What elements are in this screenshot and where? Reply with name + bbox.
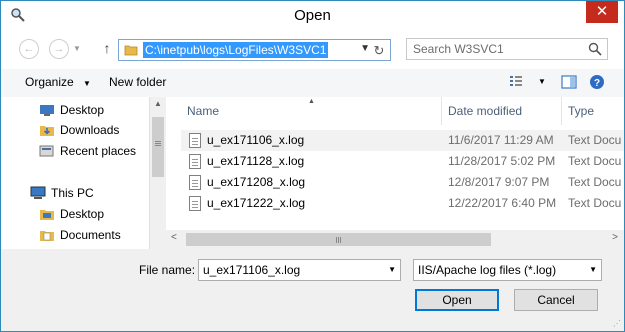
column-header-name[interactable]: Name: [187, 97, 219, 125]
cancel-button[interactable]: Cancel: [514, 289, 598, 311]
file-name: u_ex171106_x.log: [207, 133, 305, 147]
file-name-value[interactable]: u_ex171106_x.log: [203, 263, 300, 277]
file-row[interactable]: u_ex171128_x.log 11/28/2017 5:02 PM Text…: [181, 151, 624, 172]
folder-icon: [124, 45, 138, 56]
sidebar-item-label: Documents: [60, 228, 121, 242]
file-date: 11/6/2017 11:29 AM: [448, 133, 554, 147]
svg-text:?: ?: [594, 78, 600, 89]
file-type: Text Docu: [568, 175, 622, 189]
back-button[interactable]: ←: [19, 39, 39, 59]
file-type-select[interactable]: IIS/Apache log files (*.log) ▼: [413, 259, 602, 281]
address-path[interactable]: C:\inetpub\logs\LogFiles\W3SVC1: [143, 42, 329, 58]
file-name: u_ex171222_x.log: [207, 196, 306, 210]
browser-area: Desktop Downloads Recent places This PC …: [1, 97, 624, 249]
scrollbar-thumb[interactable]: [152, 117, 164, 177]
column-divider[interactable]: [561, 97, 562, 125]
text-file-icon: [189, 133, 201, 148]
window-title: Open: [294, 7, 331, 24]
organize-label: Organize: [25, 75, 74, 89]
desktop-icon: [40, 210, 54, 220]
text-file-icon: [189, 154, 201, 169]
file-date: 12/8/2017 9:07 PM: [448, 175, 550, 189]
refresh-icon[interactable]: ↻: [372, 43, 386, 59]
this-pc-icon: [30, 186, 46, 199]
sort-ascending-icon: ▲: [308, 98, 315, 105]
dialog-footer: File name: u_ex171106_x.log ▼ IIS/Apache…: [1, 249, 624, 331]
desktop-icon: [40, 105, 54, 116]
sidebar-item-desktop[interactable]: Desktop: [39, 100, 104, 120]
downloads-icon: [40, 126, 54, 136]
preview-pane-icon[interactable]: [561, 74, 577, 90]
open-button[interactable]: Open: [415, 289, 499, 311]
file-name-label: File name:: [139, 263, 196, 277]
sidebar-item-label: This PC: [51, 186, 94, 200]
address-field[interactable]: C:\inetpub\logs\LogFiles\W3SVC1 ▼ ↻: [118, 39, 391, 61]
view-options-icon[interactable]: [509, 74, 523, 88]
scrollbar-thumb[interactable]: [186, 233, 491, 246]
column-header-date[interactable]: Date modified: [448, 97, 522, 125]
forward-arrow-icon: →: [53, 43, 65, 55]
navigation-pane[interactable]: Desktop Downloads Recent places This PC …: [1, 97, 149, 249]
documents-icon: [40, 231, 54, 241]
file-name-input[interactable]: u_ex171106_x.log ▼: [198, 259, 401, 281]
sidebar-item-label: Recent places: [60, 144, 137, 158]
organize-button[interactable]: Organize ▼: [25, 75, 91, 89]
chevron-down-icon: ▼: [83, 79, 91, 88]
new-folder-button[interactable]: New folder: [109, 75, 166, 89]
sidebar-item-desktop-pc[interactable]: Desktop: [39, 204, 104, 224]
up-arrow-icon: ↑: [103, 40, 111, 56]
back-arrow-icon: ←: [23, 43, 35, 55]
file-row[interactable]: u_ex171208_x.log 12/8/2017 9:07 PM Text …: [181, 172, 624, 193]
search-field[interactable]: Search W3SVC1: [406, 38, 608, 60]
sidebar-item-documents[interactable]: Documents: [39, 225, 121, 245]
file-date: 11/28/2017 5:02 PM: [448, 154, 556, 168]
chevron-down-icon[interactable]: ▼: [589, 265, 597, 274]
resize-grip-icon[interactable]: ⋰: [613, 319, 621, 328]
file-type-value[interactable]: IIS/Apache log files (*.log): [418, 263, 556, 277]
scroll-right-icon[interactable]: >: [612, 232, 618, 243]
file-type: Text Docu: [568, 133, 622, 147]
address-bar-row: ← → ▼ ↑ C:\inetpub\logs\LogFiles\W3SVC1 …: [1, 31, 624, 69]
view-dropdown-icon[interactable]: ▼: [538, 77, 546, 86]
thumb-grip-icon: [336, 237, 337, 243]
text-file-icon: [189, 175, 201, 190]
file-name: u_ex171128_x.log: [207, 154, 305, 168]
sidebar-item-downloads[interactable]: Downloads: [39, 120, 119, 140]
file-list-horizontal-scrollbar[interactable]: < >: [166, 230, 624, 249]
sidebar-item-label: Downloads: [60, 123, 120, 137]
file-name: u_ex171208_x.log: [207, 175, 306, 189]
column-divider[interactable]: [441, 97, 442, 125]
scroll-up-icon[interactable]: ▲: [150, 99, 166, 108]
scroll-left-icon[interactable]: <: [171, 232, 177, 243]
sidebar-item-label: Desktop: [60, 103, 105, 117]
file-type: Text Docu: [568, 196, 622, 210]
sidebar-item-this-pc[interactable]: This PC: [30, 183, 94, 203]
file-row[interactable]: u_ex171222_x.log 12/22/2017 6:40 PM Text…: [181, 193, 624, 214]
sidebar-item-recent-places[interactable]: Recent places: [39, 141, 136, 161]
help-icon[interactable]: ?: [589, 74, 605, 90]
thumb-grip-icon: [155, 141, 161, 142]
forward-button[interactable]: →: [49, 39, 69, 59]
search-placeholder[interactable]: Search W3SVC1: [413, 42, 504, 56]
file-list[interactable]: ▲ Name Date modified Type u_ex171106_x.l…: [166, 97, 624, 249]
navigation-scrollbar[interactable]: ▲: [149, 97, 166, 249]
recent-locations-dropdown[interactable]: ▼: [73, 44, 81, 53]
address-dropdown-icon[interactable]: ▼: [360, 43, 370, 54]
recent-places-icon: [39, 145, 54, 157]
close-button[interactable]: ✕: [586, 1, 618, 23]
sidebar-item-label: Desktop: [60, 207, 105, 221]
open-dialog: Open ✕ ← → ▼ ↑ C:\inetpub\logs\LogFiles\…: [0, 0, 625, 332]
column-header-type[interactable]: Type: [568, 97, 594, 125]
title-bar: Open ✕: [1, 1, 624, 31]
file-row[interactable]: u_ex171106_x.log 11/6/2017 11:29 AM Text…: [181, 130, 624, 151]
text-file-icon: [189, 196, 201, 211]
file-date: 12/22/2017 6:40 PM: [448, 196, 557, 210]
chevron-down-icon[interactable]: ▼: [388, 265, 396, 274]
up-level-button[interactable]: ↑: [100, 40, 114, 58]
file-type: Text Docu: [568, 154, 622, 168]
command-toolbar: Organize ▼ New folder ▼ ?: [1, 69, 624, 98]
search-icon[interactable]: [588, 42, 602, 56]
